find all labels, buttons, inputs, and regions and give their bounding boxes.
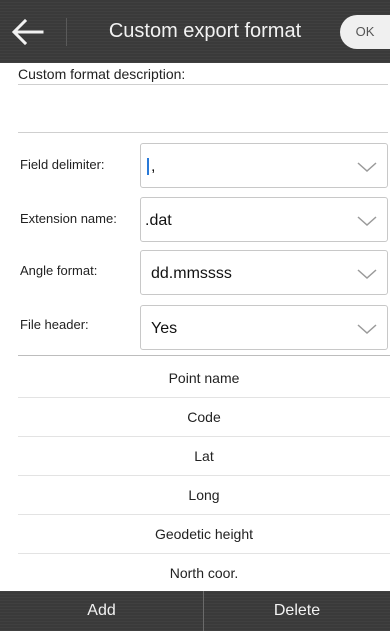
extension-name-label: Extension name: <box>20 211 117 226</box>
bottom-toolbar: Add Delete <box>0 591 390 631</box>
back-button[interactable] <box>8 12 54 52</box>
file-header-select[interactable]: Yes <box>140 305 388 350</box>
header-bar: Custom export format OK <box>0 0 390 63</box>
field-delimiter-select[interactable]: , <box>140 143 388 188</box>
chevron-down-icon <box>357 216 377 227</box>
angle-format-value: dd.mmssss <box>151 265 232 282</box>
angle-format-select[interactable]: dd.mmssss <box>140 250 388 295</box>
field-delimiter-value: , <box>151 158 156 175</box>
description-input[interactable] <box>18 85 388 133</box>
ok-button[interactable]: OK <box>340 15 390 49</box>
chevron-down-icon <box>357 324 377 335</box>
description-label: Custom format description: <box>18 63 388 85</box>
list-divider <box>18 355 390 356</box>
list-item[interactable]: Code <box>18 398 390 437</box>
file-header-label: File header: <box>20 317 89 332</box>
text-cursor <box>147 158 149 175</box>
list-item[interactable]: Lat <box>18 437 390 476</box>
field-delimiter-label: Field delimiter: <box>20 157 105 172</box>
extension-name-value: .dat <box>145 212 172 229</box>
page-title: Custom export format <box>108 20 302 42</box>
arrow-left-icon <box>11 18 44 46</box>
list-item[interactable]: Long <box>18 476 390 515</box>
list-item[interactable]: North coor. <box>18 554 390 593</box>
file-header-value: Yes <box>151 320 178 337</box>
angle-format-label: Angle format: <box>20 263 98 278</box>
list-item[interactable]: Geodetic height <box>18 515 390 554</box>
header-divider <box>66 18 67 46</box>
delete-button[interactable]: Delete <box>204 591 390 631</box>
add-button[interactable]: Add <box>0 591 203 631</box>
list-item[interactable]: Point name <box>18 359 390 398</box>
chevron-down-icon <box>357 162 377 173</box>
extension-name-select[interactable]: .dat <box>140 197 388 242</box>
chevron-down-icon <box>357 269 377 280</box>
